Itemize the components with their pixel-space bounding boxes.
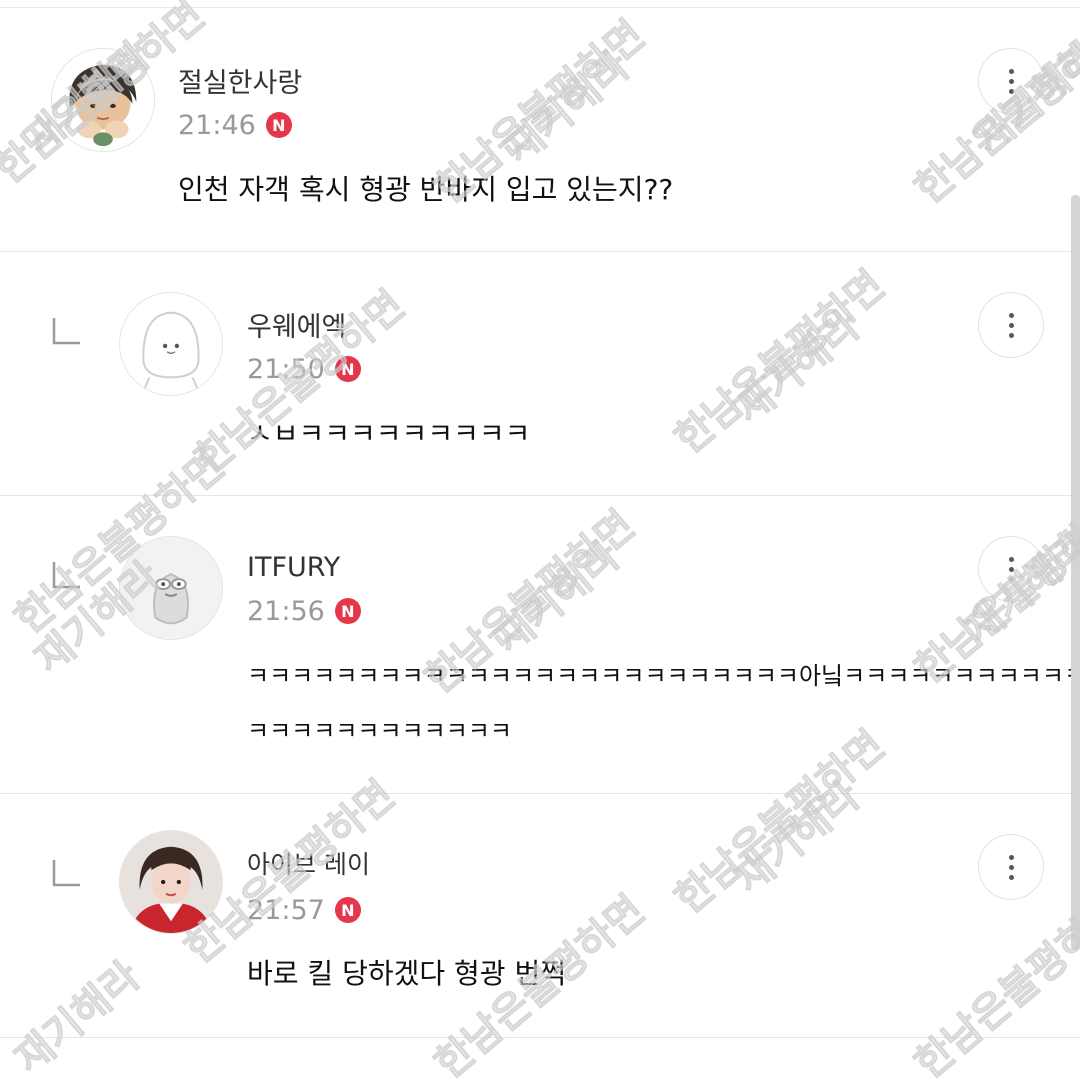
new-badge-icon: N xyxy=(334,598,361,624)
new-badge-icon: N xyxy=(265,112,292,138)
timestamp: 21:57 xyxy=(247,894,325,926)
reply-indent-icon xyxy=(52,316,82,346)
comment-item: 절실한사랑 21:46 N 인천 자객 혹시 형광 반바지 입고 있는지?? xyxy=(0,8,1080,252)
new-badge-icon: N xyxy=(334,897,361,923)
comment-text: ㅅㅂㅋㅋㅋㅋㅋㅋㅋㅋㅋ xyxy=(247,417,531,450)
username[interactable]: 절실한사랑 xyxy=(178,70,302,97)
username[interactable]: 아이브 레이 xyxy=(247,852,370,877)
timestamp: 21:56 xyxy=(247,595,325,627)
username[interactable]: 우웨에엑 xyxy=(247,314,346,341)
comment-meta: 21:57 N xyxy=(247,894,361,926)
avatar[interactable] xyxy=(51,48,155,152)
username[interactable]: ITFURY xyxy=(247,554,340,581)
comment-text: 인천 자객 혹시 형광 반바지 입고 있는지?? xyxy=(178,173,674,206)
more-vertical-icon[interactable] xyxy=(978,834,1044,900)
more-vertical-icon[interactable] xyxy=(978,536,1044,602)
comment-meta: 21:46 N xyxy=(178,109,292,141)
reply-indent-icon xyxy=(52,858,82,888)
scrollbar[interactable] xyxy=(1071,195,1080,950)
timestamp: 21:50 xyxy=(247,353,325,385)
avatar[interactable] xyxy=(119,292,223,396)
avatar[interactable] xyxy=(119,830,223,934)
more-vertical-icon[interactable] xyxy=(978,292,1044,358)
new-badge-icon: N xyxy=(334,356,361,382)
comment-text-line-1: ㅋㅋㅋㅋㅋㅋㅋㅋㅋㅋㅋㅋㅋㅋㅋㅋㅋㅋㅋㅋㅋㅋㅋㅋㅋ아닠ㅋㅋㅋㅋㅋㅋㅋㅋㅋㅋㅋ xyxy=(247,662,1080,690)
avatar[interactable] xyxy=(119,536,223,640)
comment-text: 바로 킬 당하겠다 형광 번쩍 xyxy=(247,957,566,990)
reply-indent-icon xyxy=(52,560,82,590)
comment-meta: 21:50 N xyxy=(247,353,361,385)
timestamp: 21:46 xyxy=(178,109,256,141)
comment-item: ITFURY 21:56 N ㅋㅋㅋㅋㅋㅋㅋㅋㅋㅋㅋㅋㅋㅋㅋㅋㅋㅋㅋㅋㅋㅋㅋㅋㅋ… xyxy=(0,496,1080,794)
comment-item: 아이브 레이 21:57 N 바로 킬 당하겠다 형광 번쩍 xyxy=(0,794,1080,1038)
comment-meta: 21:56 N xyxy=(247,595,361,627)
more-vertical-icon[interactable] xyxy=(978,48,1044,114)
comment-text-line-2: ㅋㅋㅋㅋㅋㅋㅋㅋㅋㅋㅋㅋ xyxy=(247,717,512,745)
comment-item: 우웨에엑 21:50 N ㅅㅂㅋㅋㅋㅋㅋㅋㅋㅋㅋ xyxy=(0,252,1080,496)
